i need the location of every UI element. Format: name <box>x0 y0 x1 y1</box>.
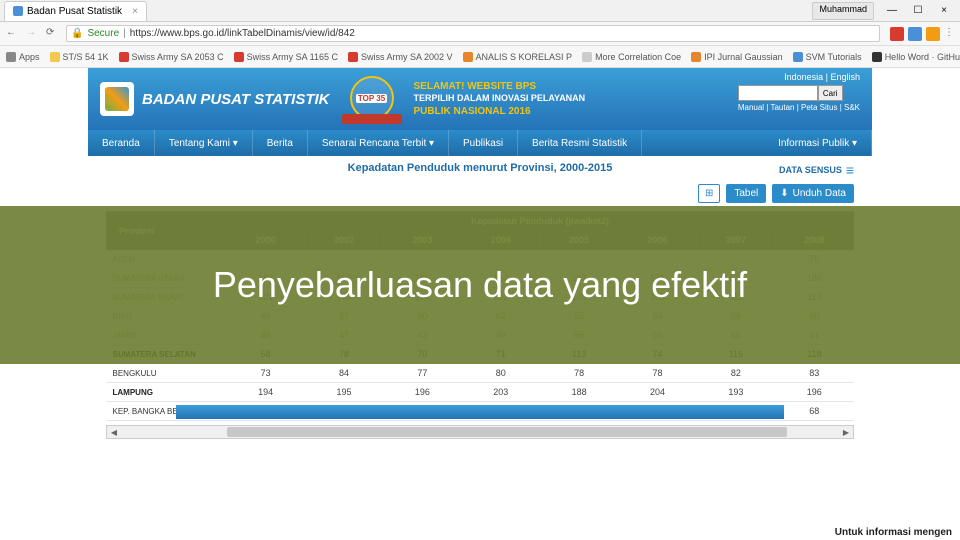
cell-value: 82 <box>697 364 775 383</box>
bookmark-item[interactable]: More Correlation Coe <box>582 52 681 62</box>
address-bar: ← → ⟳ 🔒 Secure | https://www.bps.go.id/l… <box>0 22 960 46</box>
scroll-right-icon[interactable]: ▶ <box>839 426 853 438</box>
bookmark-item[interactable]: Hello Word · GitHub <box>872 52 960 62</box>
cell-value: 188 <box>540 383 618 402</box>
header-sublinks[interactable]: Manual | Tautan | Peta Situs | S&K <box>738 103 860 112</box>
bookmarks-bar: Apps ST/S 54 1K Swiss Army SA 2053 C Swi… <box>0 46 960 68</box>
cell-value: 80 <box>462 364 540 383</box>
maximize-icon[interactable]: ☐ <box>906 2 930 20</box>
horizontal-scrollbar[interactable]: ◀ ▶ <box>106 425 854 439</box>
tab-favicon <box>13 6 23 16</box>
cell-value: 196 <box>383 383 461 402</box>
bookmark-icon <box>872 52 882 62</box>
close-icon[interactable]: × <box>932 2 956 20</box>
bookmark-icon <box>582 52 592 62</box>
nav-publikasi[interactable]: Publikasi <box>449 130 518 156</box>
scroll-left-icon[interactable]: ◀ <box>107 426 121 438</box>
data-sensus-link[interactable]: DATA SENSUS ≡ <box>779 162 854 178</box>
site-title: BADAN PUSAT STATISTIK <box>142 91 330 108</box>
hamburger-icon[interactable]: ≡ <box>846 162 854 178</box>
cell-provinsi: BENGKULU <box>107 364 227 383</box>
cell-value: 203 <box>462 383 540 402</box>
menu-icon[interactable]: ⋮ <box>944 27 954 41</box>
main-nav: Beranda Tentang Kami ▾ Berita Senarai Re… <box>88 130 872 156</box>
award-badge: TOP 35 <box>342 76 402 122</box>
nav-tentang[interactable]: Tentang Kami ▾ <box>155 130 253 156</box>
page-title-bar: Kepadatan Penduduk menurut Provinsi, 200… <box>88 156 872 180</box>
url-field[interactable]: 🔒 Secure | https://www.bps.go.id/linkTab… <box>66 25 880 42</box>
browser-tab[interactable]: Badan Pusat Statistik × <box>4 1 147 21</box>
bookmark-icon <box>234 52 244 62</box>
cell-value: 193 <box>697 383 775 402</box>
bookmark-item[interactable]: SVM Tutorials <box>793 52 862 62</box>
tab-close-icon[interactable]: × <box>132 6 138 17</box>
footer-blue-bar <box>176 405 784 419</box>
tabel-button[interactable]: Tabel <box>726 184 766 203</box>
nav-informasi[interactable]: Informasi Publik ▾ <box>764 130 872 156</box>
download-icon: ⬇ <box>780 188 788 199</box>
browser-tab-strip: Badan Pusat Statistik × Muhammad — ☐ × <box>0 0 960 22</box>
apps-icon <box>6 52 16 62</box>
footer-info-text: Untuk informasi mengen <box>835 527 952 538</box>
ext-icon-1[interactable] <box>890 27 904 41</box>
language-switch[interactable]: Indonesia | English <box>738 72 860 82</box>
cell-value: 78 <box>540 364 618 383</box>
bookmark-icon <box>50 52 60 62</box>
bookmark-item[interactable]: Swiss Army SA 2002 V <box>348 52 453 62</box>
cell-value: 195 <box>305 383 383 402</box>
search-button[interactable]: Cari <box>818 85 843 101</box>
cell-value: 83 <box>775 364 853 383</box>
slide-overlay: Penyebarluasan data yang efektif <box>0 206 960 364</box>
ext-icon-2[interactable] <box>908 27 922 41</box>
download-button[interactable]: ⬇Unduh Data <box>772 184 854 203</box>
user-badge[interactable]: Muhammad <box>812 2 874 20</box>
cell-value: 204 <box>618 383 696 402</box>
bookmark-item[interactable]: ANALIS S KORELASI P <box>463 52 573 62</box>
bookmark-icon <box>793 52 803 62</box>
bookmark-icon <box>348 52 358 62</box>
nav-senarai[interactable]: Senarai Rencana Terbit ▾ <box>308 130 449 156</box>
cell-provinsi: LAMPUNG <box>107 383 227 402</box>
site-logo[interactable] <box>100 82 134 116</box>
cell-value: 77 <box>383 364 461 383</box>
overlay-title: Penyebarluasan data yang efektif <box>213 264 747 306</box>
cell-value: 196 <box>775 383 853 402</box>
page-title: Kepadatan Penduduk menurut Provinsi, 200… <box>348 162 613 174</box>
site-header: BADAN PUSAT STATISTIK TOP 35 SELAMAT! WE… <box>88 68 872 130</box>
cell-value: 73 <box>227 364 305 383</box>
bookmark-item[interactable]: Swiss Army SA 2053 C <box>119 52 224 62</box>
scroll-thumb[interactable] <box>227 427 787 437</box>
tab-title: Badan Pusat Statistik <box>27 6 122 17</box>
bookmark-icon <box>691 52 701 62</box>
reload-icon[interactable]: ⟳ <box>46 27 60 41</box>
view-toggle-icon[interactable]: ⊞ <box>698 184 720 203</box>
table-row: LAMPUNG194195196203188204193196 <box>107 383 854 402</box>
back-icon[interactable]: ← <box>6 27 20 41</box>
url-text: https://www.bps.go.id/linkTabelDinamis/v… <box>130 28 355 39</box>
search-input[interactable] <box>738 85 818 101</box>
cell-value: 78 <box>618 364 696 383</box>
bookmark-icon <box>119 52 129 62</box>
cell-value: 84 <box>305 364 383 383</box>
nav-beranda[interactable]: Beranda <box>88 130 155 156</box>
forward-icon[interactable]: → <box>26 27 40 41</box>
ext-icon-3[interactable] <box>926 27 940 41</box>
bookmark-item[interactable]: ST/S 54 1K <box>50 52 109 62</box>
cell-value: 68 <box>775 402 853 421</box>
extension-icons: ⋮ <box>890 27 954 41</box>
apps-button[interactable]: Apps <box>6 52 40 62</box>
bookmark-item[interactable]: Swiss Army SA 1165 C <box>234 52 338 62</box>
nav-berita[interactable]: Berita <box>253 130 308 156</box>
nav-brs[interactable]: Berita Resmi Statistik <box>518 130 642 156</box>
minimize-icon[interactable]: — <box>880 2 904 20</box>
bookmark-icon <box>463 52 473 62</box>
lock-icon: 🔒 <box>71 28 83 39</box>
cell-value: 194 <box>227 383 305 402</box>
bookmark-item[interactable]: IPI Jurnal Gaussian <box>691 52 783 62</box>
table-row: BENGKULU7384778078788283 <box>107 364 854 383</box>
secure-label: Secure <box>87 28 119 39</box>
